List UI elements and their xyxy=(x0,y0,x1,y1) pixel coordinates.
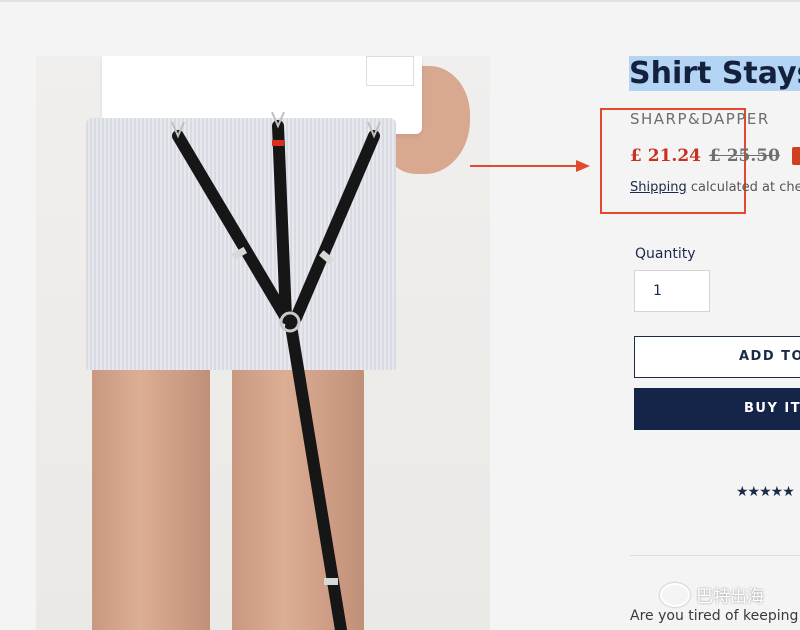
product-title-text: Shirt Stays xyxy=(629,56,800,91)
product-vendor[interactable]: SHARP&DAPPER xyxy=(630,110,770,128)
watermark-text: 巴特出海 xyxy=(696,587,764,607)
add-to-cart-button[interactable]: ADD TO xyxy=(634,336,800,378)
sale-price: £ 21.24 xyxy=(630,146,701,166)
watermark: 巴特出海 xyxy=(660,582,764,607)
quantity-label: Quantity xyxy=(635,246,696,262)
top-divider xyxy=(0,0,800,2)
wechat-icon xyxy=(660,582,690,607)
price-row: £ 21.24 £ 25.50 xyxy=(630,146,780,166)
sale-badge xyxy=(792,147,800,165)
shipping-note: Shipping calculated at checkout xyxy=(630,180,800,195)
shirt-stay-straps xyxy=(171,111,381,630)
section-divider xyxy=(630,555,800,556)
shipping-note-text: calculated at checkout xyxy=(690,180,800,195)
product-image[interactable] xyxy=(36,56,490,630)
quantity-input[interactable]: 1 xyxy=(634,270,710,312)
product-title: Shirt Stays - xyxy=(629,56,800,91)
product-description: Are you tired of keeping pu xyxy=(630,608,800,624)
annotation-arrow-icon xyxy=(470,160,590,172)
buy-it-now-button[interactable]: BUY IT xyxy=(634,388,800,430)
rating-stars-icon[interactable]: ★★★★★ xyxy=(736,484,795,500)
compare-at-price: £ 25.50 xyxy=(708,146,780,166)
shipping-link[interactable]: Shipping xyxy=(630,180,687,195)
